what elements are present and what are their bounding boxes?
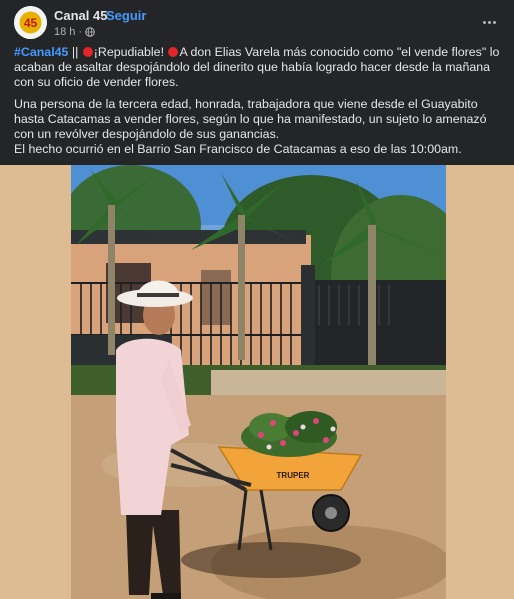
- globe-icon: [85, 27, 95, 37]
- red-circle-emoji-icon: [168, 47, 179, 57]
- page-avatar[interactable]: 45: [14, 6, 47, 39]
- post-paragraph-2: Una persona de la tercera edad, honrada,…: [14, 97, 487, 141]
- post-meta: 18 h ·: [54, 26, 95, 38]
- wheelbarrow-brand-text: TRUPER: [277, 471, 310, 480]
- hashtag-link[interactable]: #Canal45: [14, 45, 68, 59]
- post-text: #Canal45 || ¡Repudiable! A don Elias Var…: [14, 45, 502, 164]
- red-circle-emoji-icon: [82, 47, 93, 57]
- facebook-post: 45 Canal 45 · Seguir 18 h · #Canal45 || …: [0, 0, 514, 599]
- post-time[interactable]: 18 h: [54, 26, 75, 38]
- more-options-icon[interactable]: [477, 10, 501, 34]
- separator-text: ||: [68, 45, 82, 59]
- headline-text: ¡Repudiable!: [93, 45, 168, 59]
- post-paragraph-1: #Canal45 || ¡Repudiable! A don Elias Var…: [14, 45, 502, 90]
- time-separator: ·: [78, 26, 83, 38]
- follow-button[interactable]: Seguir: [106, 8, 146, 23]
- name-separator: ·: [100, 8, 105, 23]
- post-header: 45 Canal 45 · Seguir 18 h ·: [0, 0, 514, 44]
- post-photo[interactable]: TRUPER: [71, 165, 446, 599]
- post-paragraph-3: El hecho ocurrió en el Barrio San Franci…: [14, 142, 462, 156]
- avatar-logo-text: 45: [24, 16, 38, 30]
- post-photo-container[interactable]: TRUPER: [0, 165, 514, 599]
